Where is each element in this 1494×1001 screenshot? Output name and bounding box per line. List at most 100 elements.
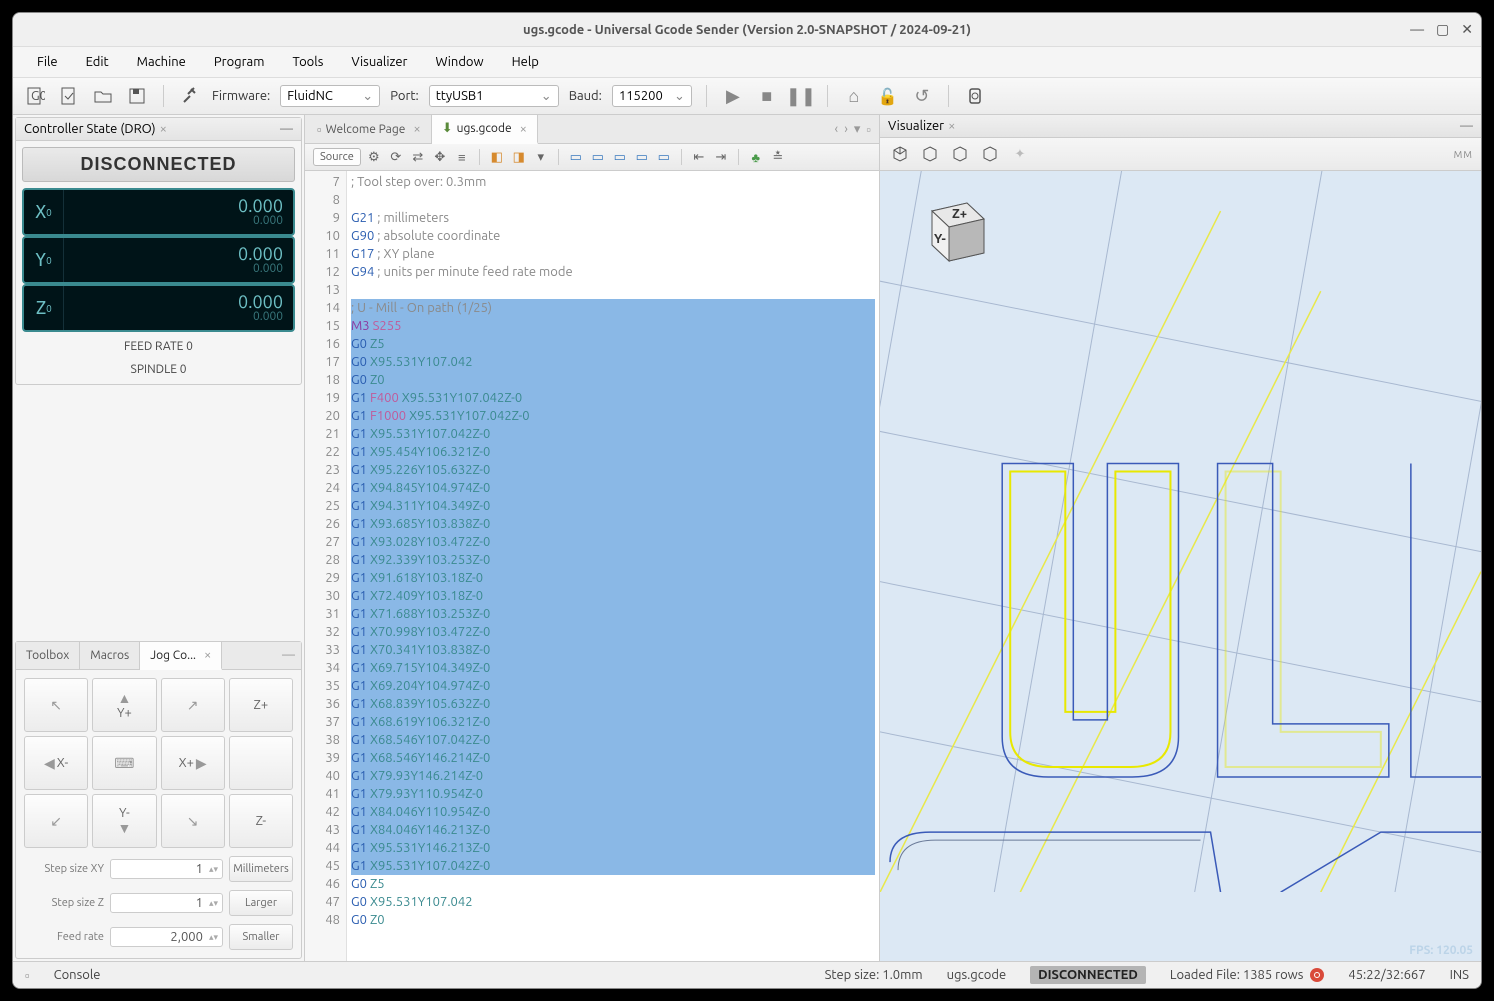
menu-program[interactable]: Program	[202, 51, 277, 73]
select4-icon[interactable]: ▭	[633, 148, 651, 166]
dro-body: DISCONNECTED X00.0000.000Y00.0000.000Z00…	[16, 141, 301, 384]
rotate-icon[interactable]: ⟳	[387, 148, 405, 166]
reset-icon[interactable]: ↺	[910, 84, 934, 108]
jog-Y+-button[interactable]: ▲Y+	[92, 678, 156, 732]
connection-status-badge: DISCONNECTED	[1030, 966, 1146, 984]
save-file-icon[interactable]	[57, 84, 81, 108]
view-fit-icon[interactable]: ✦	[1008, 142, 1032, 166]
open-folder-icon[interactable]	[91, 84, 115, 108]
close-icon[interactable]: ×	[948, 119, 955, 133]
jog-diag5-button[interactable]: ⌨	[92, 736, 156, 790]
menu-machine[interactable]: Machine	[125, 51, 198, 73]
gear-icon[interactable]: ⚙	[365, 148, 383, 166]
move-icon[interactable]: ✥	[431, 148, 449, 166]
view-front-icon[interactable]	[918, 142, 942, 166]
minimize-button[interactable]: —	[1410, 21, 1424, 38]
play-button[interactable]: ▶	[721, 84, 745, 108]
minimize-icon[interactable]: —	[276, 642, 301, 669]
stop-button[interactable]: ■	[755, 84, 779, 108]
pause-button[interactable]: ❚❚	[789, 84, 813, 108]
close-icon[interactable]: ×	[160, 122, 167, 136]
jog-diag7-button[interactable]	[229, 736, 293, 790]
dro-x-axis[interactable]: X00.0000.000	[22, 188, 295, 236]
tool1-icon[interactable]: ◧	[488, 148, 506, 166]
minimize-icon[interactable]: —	[1460, 119, 1473, 133]
code-editor[interactable]: 7891011121314151617181920212223242526272…	[305, 171, 879, 961]
source-button[interactable]: Source	[313, 148, 361, 166]
step-xy-input[interactable]: 1 ▴▾	[110, 859, 223, 879]
orientation-gizmo[interactable]: Z+ Y-	[912, 191, 992, 271]
menu-file[interactable]: File	[25, 51, 70, 73]
select5-icon[interactable]: ▭	[655, 148, 673, 166]
select1-icon[interactable]: ▭	[567, 148, 585, 166]
jog-Y--button[interactable]: Y-▼	[92, 794, 156, 848]
jog-diag10-button[interactable]: ↘	[161, 794, 225, 848]
feed-rate-input[interactable]: 2,000 ▴▾	[110, 927, 223, 947]
close-icon[interactable]: ×	[204, 648, 211, 662]
save-icon[interactable]	[125, 84, 149, 108]
firmware-select[interactable]: FluidNC⌄	[280, 85, 380, 107]
view-side-icon[interactable]	[948, 142, 972, 166]
mirror-icon[interactable]: ⇄	[409, 148, 427, 166]
step-z-input[interactable]: 1 ▴▾	[110, 893, 223, 913]
jog-diag2-button[interactable]: ↗	[161, 678, 225, 732]
pendant-icon[interactable]	[963, 84, 987, 108]
menu-edit[interactable]: Edit	[74, 51, 121, 73]
outdent-icon[interactable]: ⇥	[712, 148, 730, 166]
tree-icon[interactable]: ♣	[747, 148, 765, 166]
tab-dropdown-icon[interactable]: ▾	[854, 122, 861, 137]
jog-diag0-button[interactable]: ↖	[24, 678, 88, 732]
toolbox-tab-2[interactable]: Jog Co...×	[140, 642, 222, 670]
connect-icon[interactable]	[178, 84, 202, 108]
larger-button[interactable]: Larger	[229, 890, 293, 916]
toolbox-tab-0[interactable]: Toolbox	[16, 642, 80, 669]
toolbox-tab-1[interactable]: Macros	[80, 642, 140, 669]
port-select[interactable]: ttyUSB1⌄	[429, 85, 559, 107]
editor-tab-ugs.gcode[interactable]: ⬇ ugs.gcode×	[432, 115, 538, 144]
tab-prev-icon[interactable]: ‹	[835, 122, 839, 137]
editor-tab-welcome-page[interactable]: ▫ Welcome Page×	[307, 115, 432, 143]
visualizer-canvas[interactable]: Z+ Y- FPS: 120.05	[880, 171, 1481, 961]
jog-Z--button[interactable]: Z-	[229, 794, 293, 848]
expand-icon[interactable]: ▫	[25, 968, 30, 983]
sort-icon[interactable]: ≛	[769, 148, 787, 166]
view-iso-icon[interactable]	[888, 142, 912, 166]
tool3-icon[interactable]: ▾	[532, 148, 550, 166]
jog-Z+-button[interactable]: Z+	[229, 678, 293, 732]
baud-select[interactable]: 115200⌄	[612, 85, 692, 107]
menu-help[interactable]: Help	[500, 51, 551, 73]
home-icon[interactable]: ⌂	[842, 84, 866, 108]
menu-window[interactable]: Window	[423, 51, 495, 73]
tab-next-icon[interactable]: ›	[844, 122, 848, 137]
tab-maximize-icon[interactable]: ▫	[866, 122, 871, 137]
separator	[681, 149, 682, 165]
tool2-icon[interactable]: ◨	[510, 148, 528, 166]
close-icon[interactable]: ×	[413, 122, 420, 136]
select2-icon[interactable]: ▭	[589, 148, 607, 166]
main-toolbar: G0 Firmware: FluidNC⌄ Port: ttyUSB1⌄ Bau…	[13, 77, 1481, 115]
maximize-button[interactable]: ▢	[1436, 21, 1449, 38]
menubar: FileEditMachineProgramToolsVisualizerWin…	[13, 47, 1481, 77]
minimize-icon[interactable]: —	[280, 122, 293, 136]
new-file-icon[interactable]: G0	[23, 84, 47, 108]
feed-rate-display: FEED RATE 0	[22, 338, 295, 355]
toolbox-tabs: ToolboxMacrosJog Co...× —	[16, 642, 301, 670]
unlock-icon[interactable]: 🔓	[876, 84, 900, 108]
menu-tools[interactable]: Tools	[280, 51, 335, 73]
jog-diag8-button[interactable]: ↙	[24, 794, 88, 848]
jog-X--button[interactable]: ◀ X-	[24, 736, 88, 790]
console-label[interactable]: Console	[54, 968, 101, 982]
select3-icon[interactable]: ▭	[611, 148, 629, 166]
close-icon[interactable]: ×	[520, 122, 527, 136]
jog-X+-button[interactable]: X+ ▶	[161, 736, 225, 790]
units-button[interactable]: Millimeters	[229, 856, 293, 882]
menu-visualizer[interactable]: Visualizer	[339, 51, 419, 73]
view-top-icon[interactable]	[978, 142, 1002, 166]
code-content[interactable]: ; Tool step over: 0.3mmG21 ; millimeters…	[347, 171, 879, 961]
indent-icon[interactable]: ⇤	[690, 148, 708, 166]
smaller-button[interactable]: Smaller	[229, 924, 293, 950]
align-icon[interactable]: ≡	[453, 148, 471, 166]
dro-y-axis[interactable]: Y00.0000.000	[22, 236, 295, 284]
dro-z-axis[interactable]: Z00.0000.000	[22, 284, 295, 332]
close-button[interactable]: ✕	[1461, 21, 1473, 38]
